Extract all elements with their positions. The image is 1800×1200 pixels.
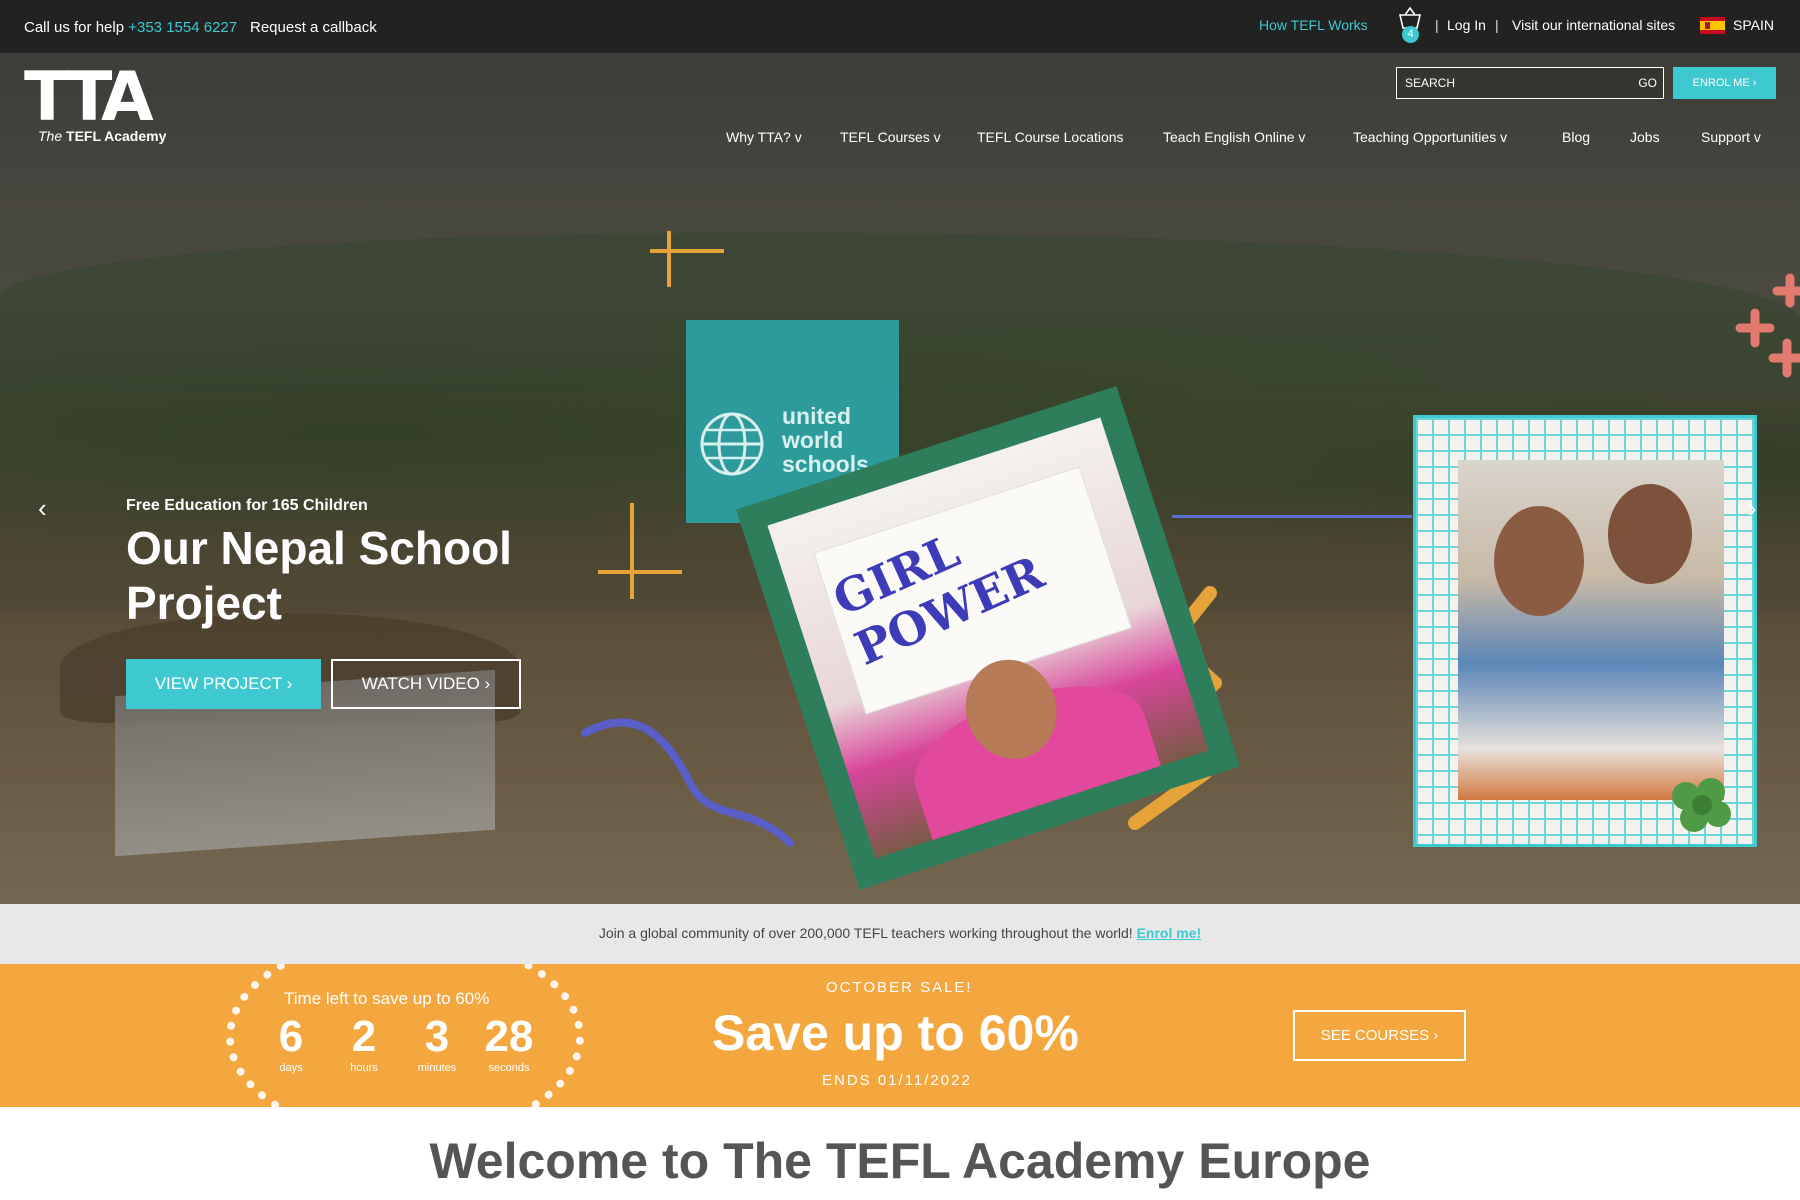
- slide-caption: Free Education for 165 Children Our Nepa…: [126, 497, 512, 629]
- community-text: Join a global community of over 200,000 …: [598, 925, 1202, 941]
- search-go-button[interactable]: GO: [1638, 76, 1657, 90]
- search-box: GO: [1396, 67, 1664, 99]
- decorative-line: [1172, 515, 1412, 518]
- decorative-cross: [667, 231, 671, 287]
- globe-icon: [700, 412, 764, 476]
- prev-slide-arrow-icon[interactable]: ‹: [38, 493, 47, 524]
- call-us-label: Call us for help: [24, 19, 125, 36]
- main-navigation: Why TTA? v TEFL Courses v TEFL Course Lo…: [0, 129, 1800, 149]
- international-sites-link[interactable]: Visit our international sites: [1512, 17, 1675, 33]
- decorative-cross: [598, 570, 682, 574]
- countdown-label: Time left to save up to 60%: [284, 989, 490, 1008]
- basket-icon[interactable]: 4: [1396, 6, 1424, 44]
- slide-kicker: Free Education for 165 Children: [126, 497, 368, 514]
- call-us-text: Call us for help +353 1554 6227: [24, 19, 237, 36]
- separator: |: [1435, 17, 1439, 33]
- uws-line: world: [782, 427, 844, 453]
- nav-item-why-tta[interactable]: Why TTA? v: [726, 129, 802, 145]
- view-project-button[interactable]: VIEW PROJECT ›: [126, 659, 321, 709]
- countdown-hours: 2 hours: [350, 1012, 378, 1075]
- community-strip: Join a global community of over 200,000 …: [0, 904, 1800, 964]
- nav-item-tefl-courses[interactable]: TEFL Courses v: [840, 129, 941, 145]
- uws-line: united: [782, 403, 851, 429]
- students-photo: [1413, 415, 1757, 847]
- sale-end-date: ENDS 01/11/2022: [822, 1072, 972, 1089]
- countdown-minutes: 3 minutes: [417, 1012, 457, 1075]
- countdown-days: 6 days: [278, 1012, 304, 1075]
- next-slide-arrow-icon[interactable]: ›: [1748, 493, 1757, 524]
- country-label[interactable]: SPAIN: [1733, 17, 1774, 33]
- countdown-seconds: 28 seconds: [484, 1012, 534, 1075]
- flower-icon: [1672, 778, 1731, 832]
- decorative-plus-marks: [1735, 273, 1800, 378]
- search-input[interactable]: [1397, 68, 1629, 98]
- request-callback-link[interactable]: Request a callback: [250, 19, 377, 36]
- slide-title: Our Nepal School Project: [126, 522, 512, 629]
- how-tefl-works-link[interactable]: How TEFL Works: [1259, 17, 1368, 33]
- watch-video-button[interactable]: WATCH VIDEO ›: [331, 659, 521, 709]
- enrol-me-button[interactable]: ENROL ME ›: [1673, 67, 1776, 99]
- sale-kicker: OCTOBER SALE!: [826, 979, 973, 996]
- decorative-cross: [650, 249, 724, 253]
- october-sale-banner: Time left to save up to 60% 6 days 2 hou…: [0, 964, 1800, 1107]
- hero-slider: united world schools GIRL POWER ‹ › Free…: [0, 53, 1800, 904]
- logo-mark: TTA: [24, 58, 154, 137]
- decorative-cross: [630, 503, 634, 599]
- see-courses-button[interactable]: SEE COURSES ›: [1293, 1010, 1466, 1061]
- phone-link[interactable]: +353 1554 6227: [128, 19, 237, 36]
- nav-item-blog[interactable]: Blog: [1562, 129, 1590, 145]
- uws-wordmark: united world schools: [782, 404, 869, 476]
- nav-item-course-locations[interactable]: TEFL Course Locations: [977, 129, 1124, 145]
- top-utility-bar: Call us for help +353 1554 6227 Request …: [0, 0, 1800, 53]
- spain-flag-icon[interactable]: [1700, 17, 1725, 34]
- nav-item-jobs[interactable]: Jobs: [1630, 129, 1660, 145]
- sale-headline: Save up to 60%: [712, 1005, 1079, 1061]
- enrol-me-link[interactable]: Enrol me!: [1137, 925, 1202, 941]
- login-link[interactable]: Log In: [1447, 17, 1486, 33]
- nav-item-teaching-opportunities[interactable]: Teaching Opportunities v: [1353, 129, 1507, 145]
- decorative-squiggle: [581, 718, 794, 847]
- separator: |: [1495, 17, 1499, 33]
- welcome-heading: Welcome to The TEFL Academy Europe: [429, 1133, 1371, 1189]
- basket-count-badge: 4: [1402, 26, 1419, 43]
- nav-item-support[interactable]: Support v: [1701, 129, 1761, 145]
- nav-item-teach-online[interactable]: Teach English Online v: [1163, 129, 1305, 145]
